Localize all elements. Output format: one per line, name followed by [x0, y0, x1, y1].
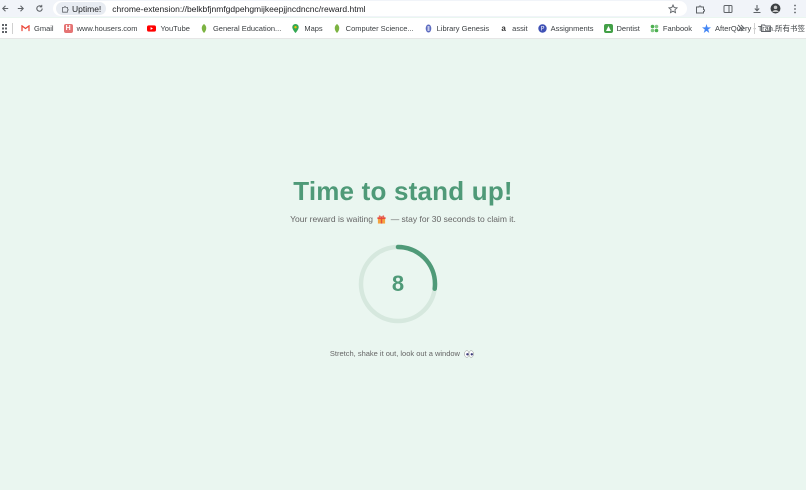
bookmarks-bar: Gmail H www.housers.com YouTube General …: [0, 18, 806, 39]
kebab-menu-icon: [794, 4, 796, 13]
bookmarks-overflow-button[interactable]: [732, 18, 750, 38]
assistant-icon: a: [501, 23, 506, 33]
assignments-icon: P: [537, 23, 547, 33]
forward-button[interactable]: [11, 0, 29, 17]
extensions-button[interactable]: [692, 0, 708, 17]
fanbook-icon: [650, 24, 659, 33]
subtitle-lead: Your reward is waiting: [290, 214, 373, 224]
bookmark-label: Gmail: [34, 23, 54, 33]
youtube-icon: [147, 24, 157, 33]
footer-text: Stretch, shake it out, look out a window: [329, 349, 460, 358]
profile-button[interactable]: [767, 0, 783, 17]
bookmark-list: Gmail H www.housers.com YouTube General …: [16, 18, 784, 38]
browser-menu-button[interactable]: [787, 0, 803, 17]
reward-page: Time to stand up! Your reward is waiting…: [0, 39, 806, 490]
bookmark-youtube[interactable]: YouTube: [142, 18, 194, 38]
bookmark-label: assit: [512, 23, 528, 33]
leaf-icon: [333, 23, 342, 33]
all-bookmarks-label: 所有书签: [775, 23, 805, 33]
leaf-icon: [200, 23, 209, 33]
all-bookmarks-folder[interactable]: 所有书签: [756, 18, 806, 38]
apps-button[interactable]: [0, 18, 9, 38]
bookmark-housers[interactable]: H www.housers.com: [59, 18, 143, 38]
bookmark-computer-science[interactable]: Computer Science...: [328, 18, 419, 38]
extension-site-chip[interactable]: Uptime!: [56, 2, 107, 15]
gmail-icon: [21, 24, 30, 33]
arrow-left-icon: [1, 5, 8, 12]
library-icon: [424, 24, 433, 33]
eyes-icon: [464, 350, 474, 360]
dentist-icon: [603, 23, 613, 33]
reload-button[interactable]: [30, 0, 48, 17]
maps-pin-icon: [291, 23, 300, 33]
bookmark-label: Maps: [304, 23, 323, 33]
bookmark-label: Computer Science...: [345, 23, 414, 33]
bookmark-label: www.housers.com: [76, 23, 138, 33]
housers-icon: H: [63, 23, 73, 33]
download-icon: [753, 4, 761, 13]
bookmark-label: Dentist: [616, 23, 640, 33]
bookmarks-separator: [12, 22, 13, 34]
bookmark-label: Library Genesis: [436, 23, 490, 33]
bookmark-general-education[interactable]: General Education...: [195, 18, 286, 38]
bookmark-fanbook[interactable]: Fanbook: [645, 18, 697, 38]
side-panel-icon: [723, 4, 733, 13]
arrow-right-icon: [17, 5, 24, 12]
url-text[interactable]: chrome-extension://belkbfjnmfgdpehgmijke…: [112, 4, 365, 14]
puzzle-icon: [696, 5, 705, 13]
apps-grid-icon: [2, 23, 7, 33]
star-icon: [668, 3, 678, 13]
bookmark-label: YouTube: [160, 23, 190, 33]
browser-toolbar: Uptime! chrome-extension://belkbfjnmfgdp…: [0, 0, 806, 17]
reward-subtitle: Your reward is waiting — stay for 30 sec…: [0, 214, 806, 226]
extension-puzzle-icon: [62, 5, 69, 13]
svg-text:P: P: [540, 25, 544, 32]
bookmark-maps[interactable]: Maps: [286, 18, 327, 38]
reward-footer: Stretch, shake it out, look out a window: [0, 349, 806, 360]
bookmark-gmail[interactable]: Gmail: [16, 18, 59, 38]
bookmark-label: Fanbook: [662, 23, 693, 33]
avatar: [770, 3, 780, 14]
page-title: Time to stand up!: [293, 176, 513, 206]
site-chip-label: Uptime!: [72, 3, 102, 14]
bookmark-dentist[interactable]: Dentist: [599, 18, 645, 38]
gift-icon: [377, 215, 386, 226]
downloads-button[interactable]: [749, 0, 765, 17]
side-panel-button[interactable]: [720, 0, 736, 17]
afterquery-icon: [702, 23, 712, 33]
bookmark-star-button[interactable]: [668, 1, 678, 16]
bookmark-library-genesis[interactable]: Library Genesis: [419, 18, 495, 38]
bookmark-label: Assignments: [550, 23, 594, 33]
subtitle-rest: — stay for 30 seconds to claim it.: [390, 214, 516, 224]
folder-icon: [761, 24, 771, 32]
bookmarks-separator: [754, 22, 755, 34]
bookmark-assit[interactable]: a assit: [494, 18, 532, 38]
bookmark-assignments[interactable]: P Assignments: [533, 18, 599, 38]
address-bar[interactable]: Uptime! chrome-extension://belkbfjnmfgdp…: [53, 1, 687, 16]
bookmark-label: General Education...: [212, 23, 282, 33]
chevron-double-right-icon: [737, 24, 745, 32]
reload-icon: [35, 4, 43, 12]
countdown-number: 8: [391, 271, 405, 296]
